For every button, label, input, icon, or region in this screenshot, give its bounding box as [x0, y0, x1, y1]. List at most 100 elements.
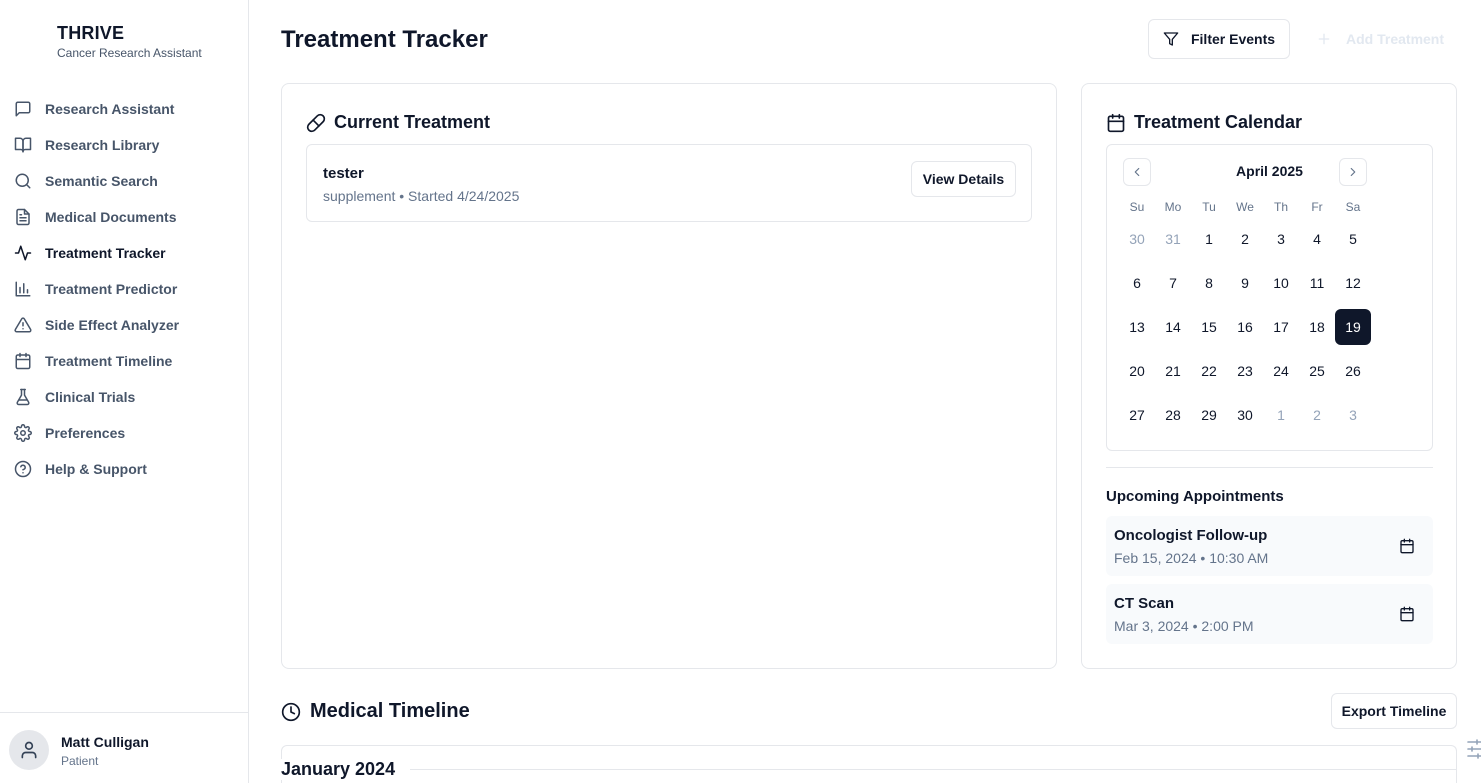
gear-icon: [13, 423, 33, 443]
brand: THRIVE Cancer Research Assistant: [57, 23, 202, 60]
calendar-day[interactable]: 12: [1335, 265, 1371, 301]
treatment-calendar-card: Treatment Calendar April 2025 Su Mo Tu We Th…: [1081, 83, 1457, 669]
sidebar-item-research-library[interactable]: Research Library: [0, 127, 248, 163]
treatment-item: tester supplement • Started 4/24/2025 Vi…: [306, 144, 1032, 222]
view-details-button[interactable]: View Details: [911, 161, 1016, 197]
calendar-day[interactable]: 30: [1119, 221, 1155, 257]
calendar-day[interactable]: 5: [1335, 221, 1371, 257]
sidebar-item-medical-documents[interactable]: Medical Documents: [0, 199, 248, 235]
sidebar-item-semantic-search[interactable]: Semantic Search: [0, 163, 248, 199]
current-treatment-title: Current Treatment: [334, 112, 491, 132]
calendar-day[interactable]: 14: [1155, 309, 1191, 345]
pill-icon: [306, 113, 326, 133]
calendar-day[interactable]: 10: [1263, 265, 1299, 301]
help-circle-icon: [13, 459, 33, 479]
calendar-day[interactable]: 27: [1119, 397, 1155, 433]
calendar-day[interactable]: 2: [1227, 221, 1263, 257]
sidebar-item-label: Treatment Predictor: [45, 281, 178, 297]
add-treatment-label: Add Treatment: [1346, 31, 1445, 47]
flask-icon: [13, 387, 33, 407]
calendar-day[interactable]: 30: [1227, 397, 1263, 433]
book-open-icon: [13, 135, 33, 155]
activity-icon: [13, 243, 33, 263]
previous-month-button[interactable]: [1123, 158, 1151, 186]
plus-icon: [1316, 31, 1332, 47]
user-icon: [19, 740, 39, 760]
calendar-day[interactable]: 18: [1299, 309, 1335, 345]
calendar-weekday: Fr: [1311, 200, 1323, 214]
calendar-day-selected[interactable]: 19: [1335, 309, 1371, 345]
sidebar-item-label: Side Effect Analyzer: [45, 317, 180, 333]
avatar[interactable]: [9, 730, 49, 770]
sidebar-item-label: Help & Support: [45, 461, 147, 477]
appointment-item[interactable]: Oncologist Follow-up Feb 15, 2024 • 10:3…: [1106, 516, 1433, 576]
appointment-title: CT Scan: [1114, 595, 1175, 612]
chevron-right-icon: [1346, 165, 1360, 179]
calendar-day[interactable]: 11: [1299, 265, 1335, 301]
calendar-weekday: Su: [1129, 200, 1145, 214]
page-title: Treatment Tracker: [281, 26, 488, 53]
medical-timeline-title: Medical Timeline: [310, 700, 470, 722]
sidebar-item-label: Research Assistant: [45, 101, 175, 117]
calendar-icon: [13, 351, 33, 371]
calendar-day[interactable]: 4: [1299, 221, 1335, 257]
calendar-day[interactable]: 20: [1119, 353, 1155, 389]
calendar-day[interactable]: 21: [1155, 353, 1191, 389]
calendar-weekday: Sa: [1345, 200, 1361, 214]
calendar-day[interactable]: 13: [1119, 309, 1155, 345]
sidebar-item-label: Medical Documents: [45, 209, 177, 225]
calendar-day[interactable]: 1: [1191, 221, 1227, 257]
sliders-icon[interactable]: [1467, 738, 1481, 760]
sidebar-item-treatment-predictor[interactable]: Treatment Predictor: [0, 271, 248, 307]
calendar-day[interactable]: 31: [1155, 221, 1191, 257]
next-month-button[interactable]: [1339, 158, 1367, 186]
calendar-day[interactable]: 28: [1155, 397, 1191, 433]
treatment-calendar-title: Treatment Calendar: [1134, 112, 1303, 132]
sidebar-item-label: Treatment Tracker: [45, 245, 166, 261]
calendar-day[interactable]: 25: [1299, 353, 1335, 389]
treatment-calendar-heading: Treatment Calendar: [1106, 112, 1302, 133]
calendar-day[interactable]: 26: [1335, 353, 1371, 389]
calendar-icon: [1106, 113, 1126, 133]
sidebar-item-preferences[interactable]: Preferences: [0, 415, 248, 451]
calendar-day[interactable]: 2: [1299, 397, 1335, 433]
calendar-icon[interactable]: [1399, 606, 1415, 622]
current-treatment-card: Current Treatment tester supplement • St…: [281, 83, 1057, 669]
sidebar-nav: Research Assistant Research Library Sema…: [0, 91, 248, 487]
filter-events-button[interactable]: Filter Events: [1148, 19, 1290, 59]
alert-triangle-icon: [13, 315, 33, 335]
calendar-day[interactable]: 1: [1263, 397, 1299, 433]
calendar-day[interactable]: 3: [1335, 397, 1371, 433]
bar-chart-icon: [13, 279, 33, 299]
calendar-day[interactable]: 16: [1227, 309, 1263, 345]
calendar-day[interactable]: 15: [1191, 309, 1227, 345]
sidebar-item-treatment-timeline[interactable]: Treatment Timeline: [0, 343, 248, 379]
timeline-month-label: January 2024: [281, 759, 408, 780]
calendar-day[interactable]: 8: [1191, 265, 1227, 301]
export-timeline-button[interactable]: Export Timeline: [1331, 693, 1457, 729]
appointment-item[interactable]: CT Scan Mar 3, 2024 • 2:00 PM: [1106, 584, 1433, 644]
calendar-day[interactable]: 9: [1227, 265, 1263, 301]
brand-title: THRIVE: [57, 23, 125, 43]
current-treatment-heading: Current Treatment: [306, 112, 490, 133]
calendar-grid: Su Mo Tu We Th Fr Sa 30 31 1 2 3 4 5 6 7 8 9 10 11 12 13 14 15 1…: [1119, 197, 1371, 437]
sidebar-item-label: Preferences: [45, 425, 126, 441]
calendar-icon[interactable]: [1399, 538, 1415, 554]
calendar-day[interactable]: 22: [1191, 353, 1227, 389]
calendar-day[interactable]: 3: [1263, 221, 1299, 257]
calendar-day[interactable]: 23: [1227, 353, 1263, 389]
sidebar-item-treatment-tracker[interactable]: Treatment Tracker: [0, 235, 248, 271]
sidebar-item-side-effect-analyzer[interactable]: Side Effect Analyzer: [0, 307, 248, 343]
calendar-day[interactable]: 24: [1263, 353, 1299, 389]
calendar-day[interactable]: 7: [1155, 265, 1191, 301]
calendar-day[interactable]: 6: [1119, 265, 1155, 301]
sidebar-item-clinical-trials[interactable]: Clinical Trials: [0, 379, 248, 415]
calendar-day[interactable]: 29: [1191, 397, 1227, 433]
add-treatment-button[interactable]: Add Treatment: [1306, 19, 1456, 59]
calendar-day[interactable]: 17: [1263, 309, 1299, 345]
sidebar-item-help-support[interactable]: Help & Support: [0, 451, 248, 487]
sidebar-item-research-assistant[interactable]: Research Assistant: [0, 91, 248, 127]
user-profile[interactable]: Matt Culligan Patient: [0, 712, 248, 783]
calendar: April 2025 Su Mo Tu We Th Fr Sa 30 31 1 2 3 4 5 6 7 8 9 10…: [1106, 144, 1433, 451]
calendar-month-label: April 2025: [1236, 163, 1303, 179]
